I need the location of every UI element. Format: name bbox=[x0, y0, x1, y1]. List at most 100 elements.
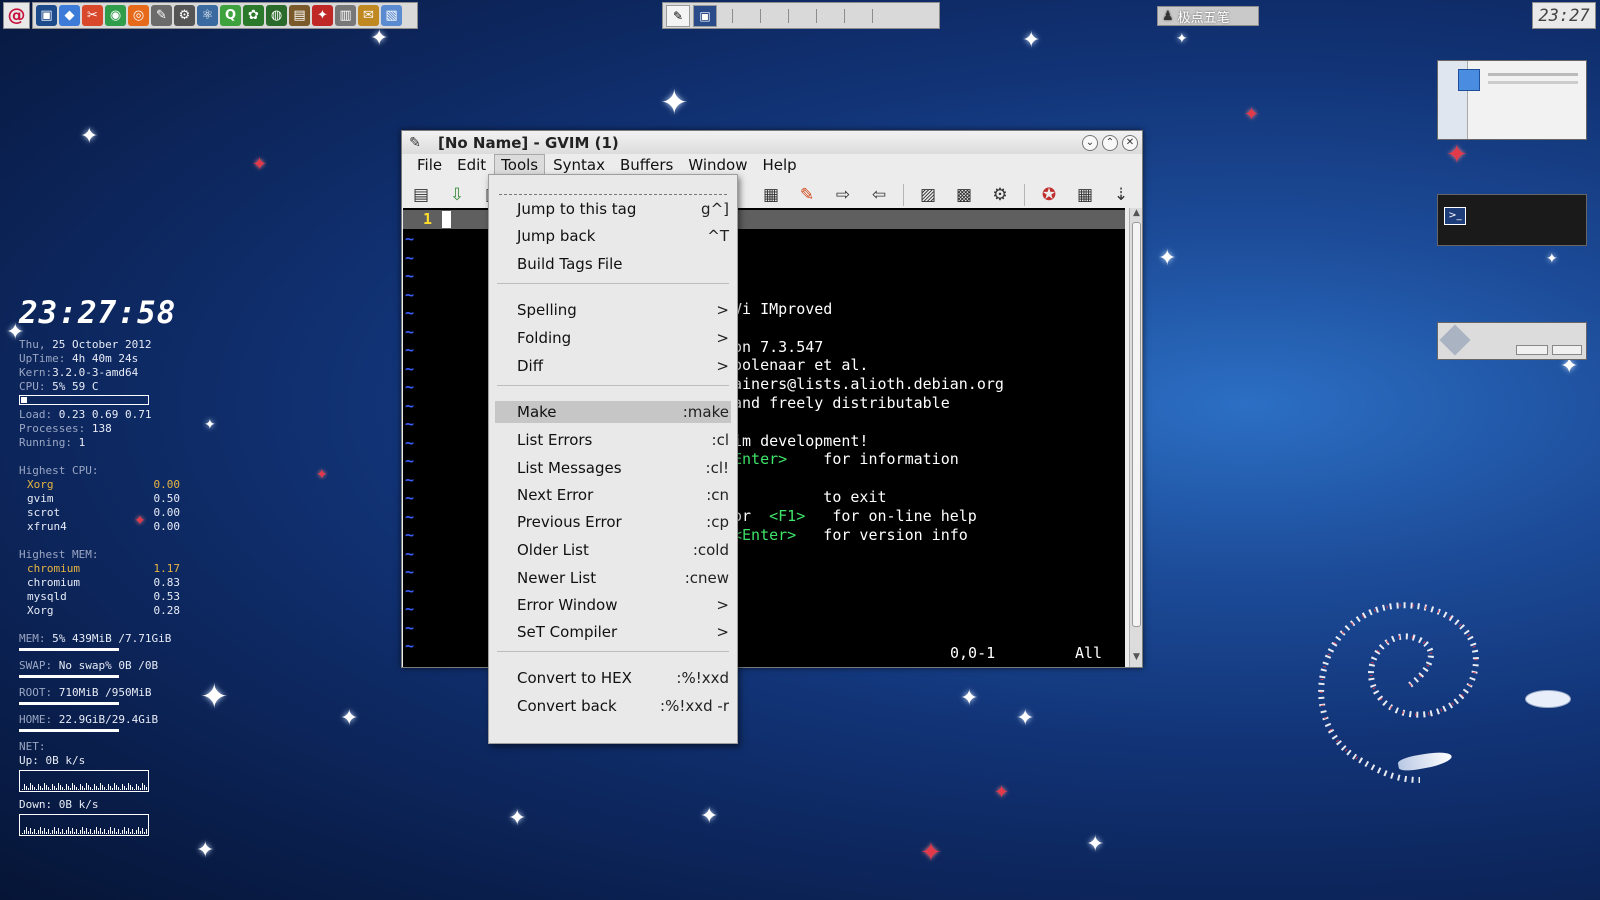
tools-item-folding[interactable]: Folding > bbox=[495, 327, 731, 349]
conky-root: ROOT: 710MiB /950MiB bbox=[19, 686, 204, 700]
scroll-up-icon[interactable]: ▲ bbox=[1131, 208, 1142, 218]
close-button[interactable]: ✕ bbox=[1122, 134, 1138, 151]
menu-help[interactable]: Help bbox=[755, 154, 803, 176]
save-icon[interactable]: ⇩ bbox=[442, 180, 472, 210]
jump-to-tag-icon[interactable]: ⇣ bbox=[1106, 180, 1136, 210]
tools-item-older-list[interactable]: Older List:cold bbox=[495, 539, 731, 561]
process-row: scrot 0.00 bbox=[19, 506, 204, 520]
find-prev-icon[interactable]: ⇦ bbox=[864, 180, 894, 210]
graph-tick bbox=[22, 833, 23, 834]
task-terminal-button[interactable]: ▣ bbox=[693, 4, 717, 27]
tools-item-list-errors[interactable]: List Errors:cl bbox=[495, 429, 731, 451]
paste-icon[interactable]: ▦ bbox=[756, 180, 786, 210]
file-manager-icon[interactable]: ✎ bbox=[151, 5, 172, 26]
graph-tick bbox=[28, 788, 29, 790]
tools-item-list-messages[interactable]: List Messages:cl! bbox=[495, 457, 731, 479]
star: ✦ bbox=[1244, 104, 1260, 125]
settings-icon[interactable]: ⚙ bbox=[174, 5, 195, 26]
tools-item-next-error[interactable]: Next Error:cn bbox=[495, 484, 731, 506]
maximize-button[interactable]: ⌃ bbox=[1102, 134, 1118, 151]
firefox-icon[interactable]: ◎ bbox=[128, 5, 149, 26]
graph-tick bbox=[102, 785, 103, 790]
graph-tick bbox=[64, 789, 65, 790]
make-icon[interactable]: ✪ bbox=[1034, 180, 1064, 210]
tools-item-convert-back[interactable]: Convert back:%!xxd -r bbox=[495, 695, 731, 717]
empty-line-tilde: ~ bbox=[405, 526, 415, 544]
terminal-icon[interactable]: ▣ bbox=[36, 5, 57, 26]
tools-item-previous-error[interactable]: Previous Error:cp bbox=[495, 511, 731, 533]
menu-item-shortcut: :make bbox=[682, 403, 729, 421]
swap-bar bbox=[19, 675, 119, 678]
menu-file[interactable]: File bbox=[410, 154, 449, 176]
uptime-value: 4h 40m 24s bbox=[71, 352, 139, 365]
save-session-icon[interactable]: ▩ bbox=[949, 180, 979, 210]
run-dialog-icon bbox=[1439, 324, 1471, 356]
panel-clock[interactable]: 23:27 bbox=[1532, 2, 1596, 29]
load-session-icon[interactable]: ▨ bbox=[913, 180, 943, 210]
graph-tick bbox=[124, 827, 125, 834]
tools-item-error-window[interactable]: Error Window > bbox=[495, 594, 731, 616]
minimize-button[interactable]: ⌄ bbox=[1082, 134, 1098, 151]
tools-item-jump-back[interactable]: Jump back ^T bbox=[495, 225, 731, 247]
office-icon[interactable]: ✦ bbox=[312, 5, 333, 26]
menu-tearoff[interactable] bbox=[499, 181, 727, 195]
tools-item-newer-list[interactable]: Newer List:cnew bbox=[495, 567, 731, 589]
tools-item-jump-to-this-tag[interactable]: Jump to this tag g^] bbox=[495, 198, 731, 220]
shield-icon[interactable]: ◆ bbox=[59, 5, 80, 26]
cube-icon bbox=[1458, 69, 1480, 91]
graph-tick bbox=[82, 786, 83, 790]
scroll-down-icon[interactable]: ▼ bbox=[1131, 652, 1142, 662]
empty-line-tilde: ~ bbox=[405, 285, 415, 304]
mail-icon[interactable]: ✉ bbox=[358, 5, 379, 26]
debian-menu-button[interactable]: @ bbox=[3, 2, 30, 29]
graph-tick bbox=[124, 786, 125, 790]
conky-uptime: UpTime: 4h 40m 24s bbox=[19, 352, 204, 366]
task-gvim-button[interactable]: ✎ bbox=[666, 4, 690, 27]
process-row: chromium 1.17 bbox=[19, 562, 204, 576]
menu-item-label: Spelling bbox=[517, 301, 577, 319]
network-icon[interactable]: ⚛ bbox=[197, 5, 218, 26]
build-tags-icon[interactable]: ▦ bbox=[1070, 180, 1100, 210]
graph-tick bbox=[62, 787, 63, 790]
gnome-icon[interactable]: ◍ bbox=[266, 5, 287, 26]
menu-item-shortcut: :cold bbox=[692, 541, 729, 559]
qt-icon[interactable]: Q bbox=[220, 5, 241, 26]
find-replace-icon[interactable]: ✎ bbox=[792, 180, 822, 210]
run-script-icon[interactable]: ⚙ bbox=[985, 180, 1015, 210]
graph-tick bbox=[74, 832, 75, 834]
submenu-arrow-icon: > bbox=[716, 596, 729, 614]
chromium-icon[interactable]: ◉ bbox=[105, 5, 126, 26]
empty-line-tilde: ~ bbox=[405, 359, 415, 378]
tools-item-convert-to-hex[interactable]: Convert to HEX:%!xxd bbox=[495, 667, 731, 689]
tools-item-make[interactable]: Make:make bbox=[495, 401, 731, 423]
vertical-scrollbar[interactable]: ▲ ▼ bbox=[1129, 208, 1142, 667]
tools-item-spelling[interactable]: Spelling > bbox=[495, 299, 731, 321]
menu-item-shortcut: :%!xxd -r bbox=[660, 697, 729, 715]
empty-line-tilde: ~ bbox=[405, 470, 415, 489]
tools-icon[interactable]: ✂ bbox=[82, 5, 103, 26]
tools-item-diff[interactable]: Diff > bbox=[495, 355, 731, 377]
menu-item-shortcut: :cl! bbox=[705, 459, 729, 477]
menu-item-label: Newer List bbox=[517, 569, 597, 587]
ime-indicator[interactable]: ♟ 极点五笔 bbox=[1157, 6, 1259, 26]
net-heading: NET: bbox=[19, 740, 46, 753]
menu-syntax[interactable]: Syntax bbox=[546, 154, 612, 176]
workspace-preview-1[interactable] bbox=[1437, 60, 1587, 140]
find-next-icon[interactable]: ⇨ bbox=[828, 180, 858, 210]
menu-buffers[interactable]: Buffers bbox=[613, 154, 680, 176]
scrollbar-thumb[interactable] bbox=[1132, 222, 1141, 627]
menu-edit[interactable]: Edit bbox=[450, 154, 493, 176]
menu-tools[interactable]: Tools bbox=[494, 154, 546, 176]
graph-tick bbox=[68, 786, 69, 790]
open-file-icon[interactable]: ▤ bbox=[406, 180, 436, 210]
image-viewer-icon[interactable]: ▧ bbox=[381, 5, 402, 26]
workspace-preview-2[interactable]: >_ bbox=[1437, 194, 1587, 246]
printer-icon[interactable]: ▥ bbox=[335, 5, 356, 26]
workspace-preview-3[interactable] bbox=[1437, 322, 1587, 360]
puzzle-icon[interactable]: ✿ bbox=[243, 5, 264, 26]
tools-item-set-compiler[interactable]: SeT Compiler > bbox=[495, 621, 731, 643]
gvim-titlebar[interactable]: ✎ [No Name] - GVIM (1) ⌄ ⌃ ✕ bbox=[402, 131, 1142, 154]
book-icon[interactable]: ▤ bbox=[289, 5, 310, 26]
menu-window[interactable]: Window bbox=[681, 154, 754, 176]
tools-item-build-tags-file[interactable]: Build Tags File bbox=[495, 253, 731, 275]
